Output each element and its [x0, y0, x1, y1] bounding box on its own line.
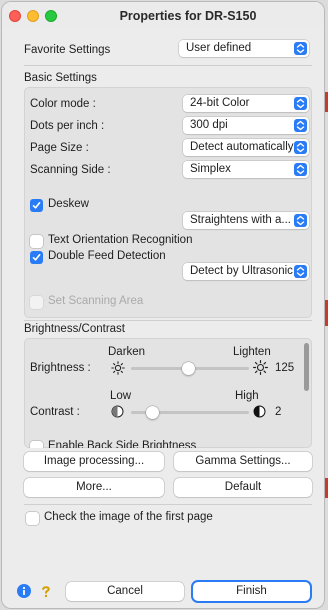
- scanning-side-label: Scanning Side :: [30, 164, 111, 176]
- info-icon[interactable]: [17, 584, 31, 598]
- gamma-settings-button[interactable]: Gamma Settings...: [174, 452, 312, 471]
- brightness-contrast-group: Darken Lighten Brightness : 125 Low High…: [24, 338, 312, 448]
- more-button[interactable]: More...: [24, 478, 164, 497]
- page-size-label: Page Size :: [30, 142, 89, 154]
- close-window-button[interactable]: [9, 10, 21, 22]
- sun-dim-icon: [111, 361, 125, 375]
- deskew-label: Deskew: [48, 198, 89, 210]
- finish-button[interactable]: Finish: [193, 582, 310, 601]
- brightness-slider-knob[interactable]: [182, 362, 196, 375]
- contrast-low-label: Low: [110, 390, 132, 402]
- brightness-contrast-title: Brightness/Contrast: [24, 323, 125, 335]
- separator: [24, 320, 312, 321]
- dpi-label: Dots per inch :: [30, 120, 105, 132]
- basic-settings-title: Basic Settings: [24, 72, 97, 84]
- scan-area-checkbox[interactable]: [30, 296, 43, 309]
- favorite-settings-label: Favorite Settings: [24, 44, 111, 56]
- deskew-option-popup[interactable]: Straightens with a...: [183, 212, 309, 229]
- checkmark-icon: [32, 254, 41, 261]
- separator: [24, 504, 312, 505]
- window-title: Properties for DR-S150: [119, 9, 257, 23]
- contrast-high-icon: [253, 405, 266, 418]
- color-mode-popup[interactable]: 24-bit Color: [183, 95, 309, 112]
- favorite-settings-value: User defined: [186, 42, 252, 54]
- checkmark-icon: [32, 202, 41, 209]
- image-processing-button[interactable]: Image processing...: [24, 452, 164, 471]
- contrast-low-icon: [111, 405, 124, 418]
- brightness-label: Brightness :: [30, 362, 91, 374]
- chevron-up-down-icon: [294, 42, 307, 55]
- page-size-value: Detect automatically: [190, 141, 294, 153]
- favorite-settings-popup[interactable]: User defined: [179, 40, 309, 57]
- properties-window: Properties for DR-S150 Favorite Settings…: [2, 2, 324, 608]
- default-button[interactable]: Default: [174, 478, 312, 497]
- scanning-side-value: Simplex: [190, 163, 231, 175]
- dpi-value: 300 dpi: [190, 119, 228, 131]
- double-feed-option-popup[interactable]: Detect by Ultrasonic: [183, 263, 309, 280]
- text-orientation-label: Text Orientation Recognition: [48, 234, 193, 246]
- title-bar: Properties for DR-S150: [2, 2, 324, 28]
- chevron-up-down-icon: [294, 265, 307, 278]
- deskew-option-value: Straightens with a...: [190, 214, 291, 226]
- scrollbar-thumb[interactable]: [304, 343, 309, 391]
- scrollbar[interactable]: [302, 341, 311, 447]
- help-icon[interactable]: [39, 584, 53, 598]
- zoom-window-button[interactable]: [45, 10, 57, 22]
- contrast-high-label: High: [235, 390, 259, 402]
- double-feed-label: Double Feed Detection: [48, 250, 166, 262]
- contrast-value: 2: [275, 406, 282, 418]
- color-mode-label: Color mode :: [30, 98, 96, 110]
- double-feed-option-value: Detect by Ultrasonic: [190, 265, 293, 277]
- scan-area-label: Set Scanning Area: [48, 295, 144, 307]
- chevron-up-down-icon: [294, 97, 307, 110]
- deskew-checkbox[interactable]: [30, 199, 43, 212]
- sun-bright-icon: [253, 360, 268, 375]
- first-page-checkbox[interactable]: [26, 512, 39, 525]
- chevron-up-down-icon: [294, 119, 307, 132]
- text-orientation-checkbox[interactable]: [30, 235, 43, 248]
- back-side-brightness-checkbox[interactable]: [30, 441, 43, 448]
- chevron-up-down-icon: [294, 214, 307, 227]
- contrast-slider-knob[interactable]: [145, 406, 159, 419]
- brightness-value: 125: [275, 362, 295, 374]
- first-page-label: Check the image of the first page: [44, 511, 213, 523]
- double-feed-checkbox[interactable]: [30, 251, 43, 264]
- minimize-window-button[interactable]: [27, 10, 39, 22]
- back-side-brightness-label: Enable Back Side Brightness: [48, 440, 197, 448]
- dpi-popup[interactable]: 300 dpi: [183, 117, 309, 134]
- page-size-popup[interactable]: Detect automatically: [183, 139, 309, 156]
- brightness-high-label: Lighten: [233, 346, 271, 358]
- brightness-low-label: Darken: [108, 346, 146, 358]
- scanning-side-popup[interactable]: Simplex: [183, 161, 309, 178]
- contrast-label: Contrast :: [30, 406, 80, 418]
- color-mode-value: 24-bit Color: [190, 97, 250, 109]
- separator: [24, 65, 312, 66]
- chevron-up-down-icon: [294, 163, 307, 176]
- cancel-button[interactable]: Cancel: [66, 582, 184, 601]
- chevron-up-down-icon: [294, 141, 307, 154]
